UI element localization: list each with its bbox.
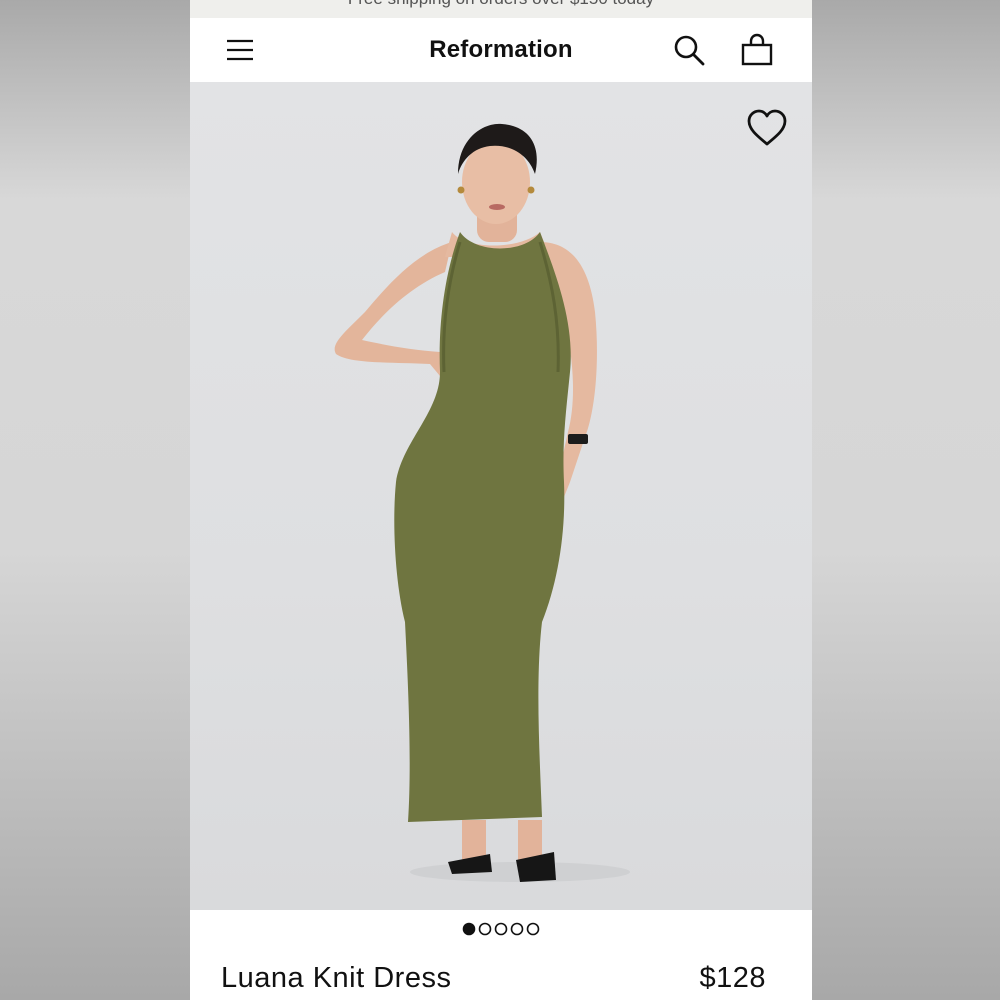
product-image-carousel[interactable] — [190, 82, 812, 910]
brand-logo[interactable]: Reformation — [190, 36, 812, 64]
product-name[interactable]: Luana Knit Dress — [221, 962, 451, 995]
carousel-dot[interactable] — [494, 922, 508, 936]
promo-text: Free shipping on orders over $150 today — [190, 0, 812, 9]
bag-icon[interactable] — [740, 33, 774, 67]
left-backdrop — [0, 0, 190, 1000]
carousel-dot[interactable] — [510, 922, 524, 936]
carousel-dots[interactable] — [190, 918, 812, 940]
carousel-dot[interactable] — [478, 922, 492, 936]
promo-banner[interactable]: Free shipping on orders over $150 today — [190, 0, 812, 18]
right-backdrop — [812, 0, 1000, 1000]
carousel-dot-active[interactable] — [462, 922, 476, 936]
heart-icon[interactable] — [746, 108, 788, 148]
carousel-dot[interactable] — [526, 922, 540, 936]
site-header: Reformation — [190, 18, 812, 82]
search-icon[interactable] — [672, 33, 706, 67]
product-photo — [334, 123, 630, 882]
product-price: $128 — [699, 962, 766, 994]
phone-screen: Free shipping on orders over $150 today … — [190, 0, 812, 1000]
